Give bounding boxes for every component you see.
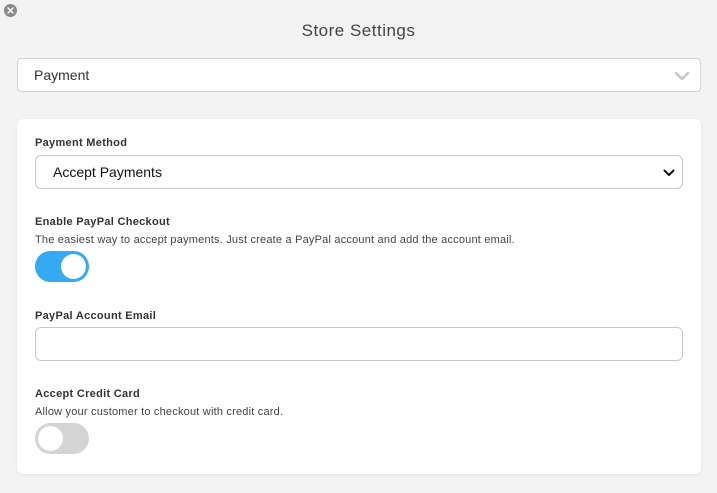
paypal-checkout-description: The easiest way to accept payments. Just… bbox=[35, 234, 515, 246]
dialog-title: Store Settings bbox=[301, 21, 416, 40]
paypal-email-label: PayPal Account Email bbox=[35, 310, 157, 322]
toggle-knob bbox=[61, 254, 86, 279]
credit-card-description: Allow your customer to checkout with cre… bbox=[35, 406, 284, 418]
paypal-email-input[interactable] bbox=[35, 327, 683, 361]
paypal-checkout-toggle[interactable] bbox=[35, 251, 89, 282]
credit-card-label: Accept Credit Card bbox=[35, 388, 141, 400]
toggle-knob bbox=[38, 426, 63, 451]
close-button[interactable] bbox=[4, 4, 17, 17]
payment-method-label: Payment Method bbox=[35, 137, 128, 149]
payment-method-select[interactable]: Accept Payments bbox=[35, 155, 683, 189]
section-dropdown-value: Payment bbox=[34, 67, 90, 83]
credit-card-toggle[interactable] bbox=[35, 423, 89, 454]
chevron-down-icon bbox=[663, 169, 675, 176]
section-dropdown[interactable]: Payment bbox=[17, 58, 701, 92]
paypal-checkout-label: Enable PayPal Checkout bbox=[35, 216, 170, 228]
payment-settings-card: Payment Method Accept Payments Enable Pa… bbox=[17, 119, 701, 474]
close-icon bbox=[7, 7, 14, 14]
payment-method-value: Accept Payments bbox=[53, 164, 162, 180]
chevron-down-icon bbox=[674, 71, 690, 81]
